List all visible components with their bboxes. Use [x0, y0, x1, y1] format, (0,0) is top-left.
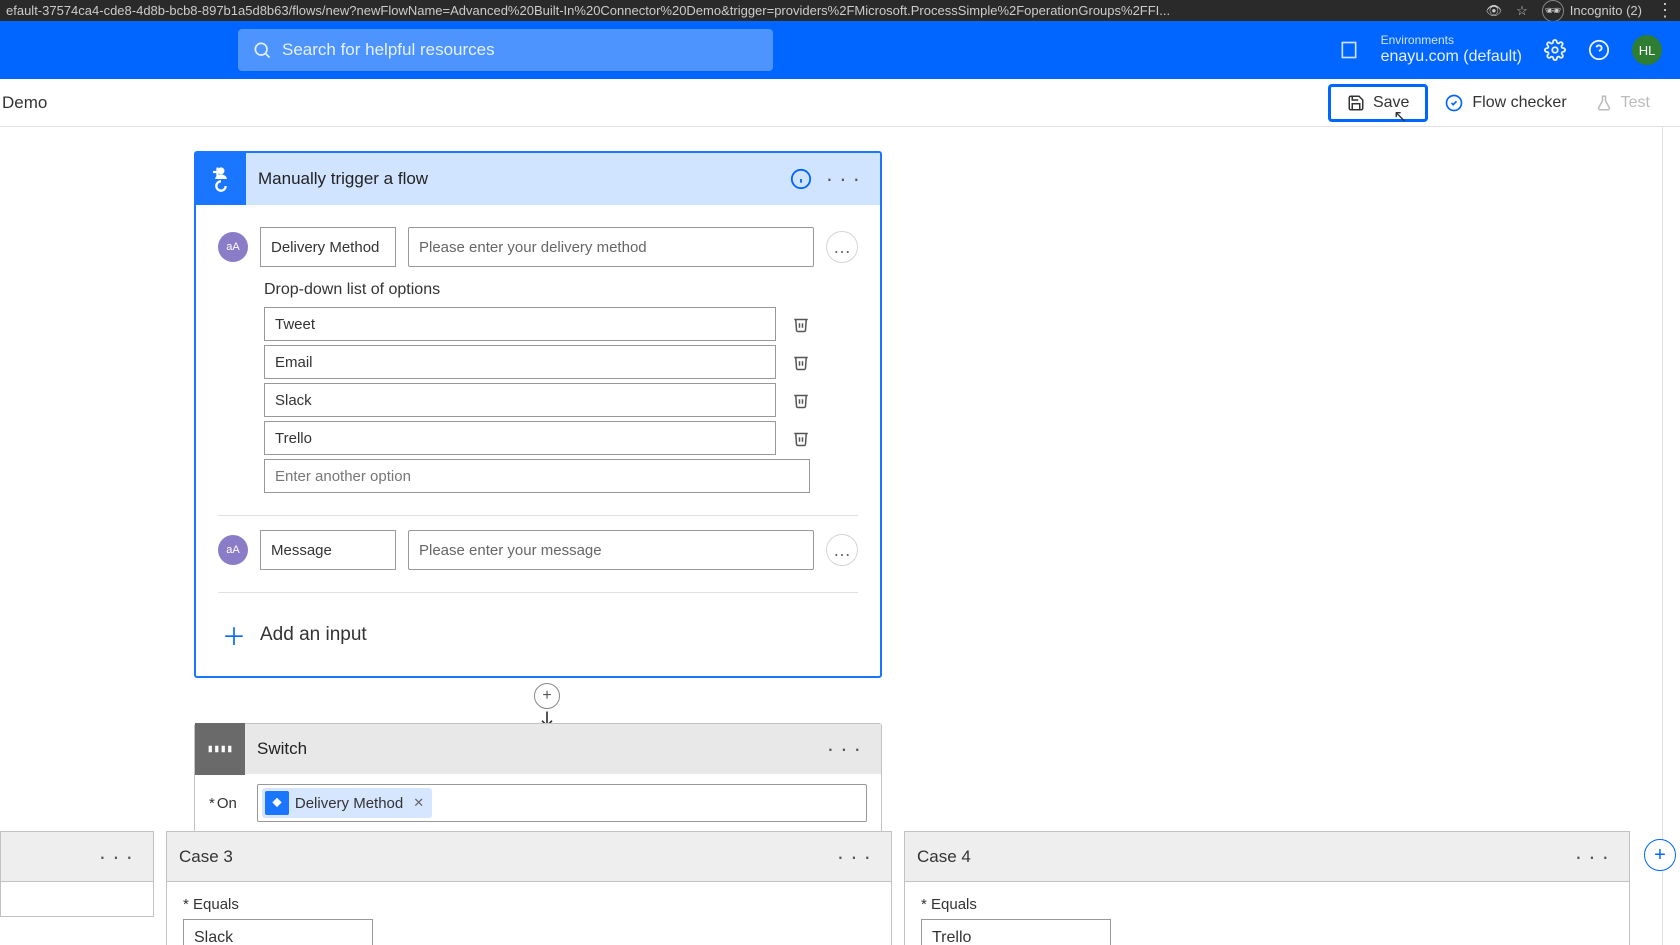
eye-off-icon[interactable]: 👁 [1486, 3, 1503, 19]
help-icon[interactable] [1588, 39, 1610, 61]
trigger-title: Manually trigger a flow [246, 169, 784, 189]
incognito-indicator: 🕶 Incognito (2) [1542, 0, 1642, 22]
input-name-message[interactable]: Message [260, 530, 396, 570]
delete-icon[interactable] [792, 391, 810, 409]
environment-selector[interactable]: Environments enayu.com (default) [1381, 34, 1522, 66]
test-label: Test [1621, 94, 1650, 112]
token-remove-icon[interactable]: ✕ [413, 795, 424, 811]
test-button[interactable]: Test [1581, 87, 1664, 119]
equals-label: * Equals [183, 896, 875, 913]
add-input-label: Add an input [260, 624, 367, 646]
flow-title: Demo [2, 93, 47, 113]
input-placeholder-delivery[interactable]: Please enter your delivery method [408, 227, 814, 267]
input-more-icon[interactable]: … [826, 534, 858, 566]
case-4-title: Case 4 [917, 847, 971, 867]
info-icon[interactable] [784, 162, 818, 196]
flow-checker-button[interactable]: Flow checker [1430, 86, 1580, 120]
option-item[interactable]: Slack [264, 383, 776, 417]
option-item[interactable]: Tweet [264, 307, 776, 341]
environment-name: enayu.com (default) [1381, 48, 1522, 66]
case-more-icon[interactable]: · · · [1567, 844, 1617, 870]
search-box[interactable] [238, 29, 773, 71]
switch-card[interactable]: Switch · · · *On Delivery Method ✕ [194, 723, 882, 837]
case-3-title: Case 3 [179, 847, 233, 867]
on-field[interactable]: Delivery Method ✕ [257, 784, 867, 822]
option-item[interactable]: Email [264, 345, 776, 379]
option-item[interactable]: Trello [264, 421, 776, 455]
case-more-icon[interactable]: · · · [829, 844, 879, 870]
token-icon [265, 791, 289, 815]
option-item-new[interactable]: Enter another option [264, 459, 810, 493]
token-label: Delivery Method [295, 795, 403, 812]
text-type-icon: aA [218, 232, 248, 262]
case-card-partial[interactable]: · · · [0, 831, 154, 917]
flask-icon [1595, 94, 1613, 112]
dynamic-token[interactable]: Delivery Method ✕ [262, 788, 432, 818]
dropdown-options-label: Drop-down list of options [264, 281, 858, 299]
save-button[interactable]: Save ↖ [1328, 84, 1428, 122]
input-row-delivery: aA Delivery Method Please enter your del… [218, 227, 858, 267]
divider [218, 592, 858, 593]
user-avatar[interactable]: HL [1632, 35, 1662, 65]
input-name-delivery[interactable]: Delivery Method [260, 227, 396, 267]
trigger-more-icon[interactable]: · · · [818, 166, 868, 192]
flow-toolbar: Demo Save ↖ Flow checker Test [0, 79, 1680, 127]
url-text: efault-37574ca4-cde8-4d8b-bcb8-897b1a5d8… [6, 3, 1486, 18]
input-row-message: aA Message Please enter your message … [218, 530, 858, 570]
search-input[interactable] [282, 40, 759, 60]
trigger-header[interactable]: Manually trigger a flow · · · [196, 153, 880, 205]
incognito-label: Incognito (2) [1570, 3, 1642, 18]
case-3-card[interactable]: Case 3 · · · * Equals Slack [166, 831, 892, 945]
app-header: Environments enayu.com (default) HL [0, 21, 1680, 79]
input-placeholder-message[interactable]: Please enter your message [408, 530, 814, 570]
delete-icon[interactable] [792, 353, 810, 371]
star-icon[interactable]: ☆ [1516, 3, 1528, 19]
environment-label: Environments [1381, 34, 1522, 48]
add-step-button[interactable]: + [534, 683, 560, 709]
equals-input-case4[interactable]: Trello [921, 919, 1111, 945]
equals-input-case3[interactable]: Slack [183, 919, 373, 945]
input-more-icon[interactable]: … [826, 231, 858, 263]
browser-address-bar: efault-37574ca4-cde8-4d8b-bcb8-897b1a5d8… [0, 0, 1680, 21]
search-icon [252, 40, 272, 60]
case-4-card[interactable]: Case 4 · · · * Equals Trello [904, 831, 1630, 945]
cursor-icon: ↖ [1393, 107, 1407, 127]
flow-canvas[interactable]: Manually trigger a flow · · · aA Deliver… [0, 127, 1680, 945]
add-case-button[interactable]: + [1644, 839, 1676, 871]
dropdown-options-list: Tweet Email Slack Trello Enter another o… [264, 307, 810, 493]
switch-icon [195, 723, 245, 775]
gear-icon[interactable] [1544, 39, 1566, 61]
switch-title: Switch [245, 739, 819, 759]
environment-icon[interactable] [1339, 40, 1359, 60]
browser-menu-icon[interactable]: ⋮ [1656, 0, 1674, 21]
text-type-icon: aA [218, 535, 248, 565]
on-label: *On [209, 795, 237, 812]
plus-icon: ＋ [222, 617, 246, 652]
trigger-icon [196, 153, 246, 205]
switch-more-icon[interactable]: · · · [819, 736, 869, 762]
switch-header[interactable]: Switch · · · [195, 724, 881, 774]
flow-checker-label: Flow checker [1472, 94, 1566, 112]
scrollbar[interactable] [1662, 127, 1680, 945]
delete-icon[interactable] [792, 429, 810, 447]
add-input-button[interactable]: ＋ Add an input [218, 607, 858, 658]
equals-label: * Equals [921, 896, 1613, 913]
divider [218, 515, 858, 516]
trigger-card[interactable]: Manually trigger a flow · · · aA Deliver… [194, 151, 882, 678]
case-more-icon[interactable]: · · · [91, 844, 141, 870]
checker-icon [1444, 93, 1464, 113]
incognito-icon: 🕶 [1542, 0, 1564, 22]
delete-icon[interactable] [792, 315, 810, 333]
save-icon [1347, 94, 1365, 112]
